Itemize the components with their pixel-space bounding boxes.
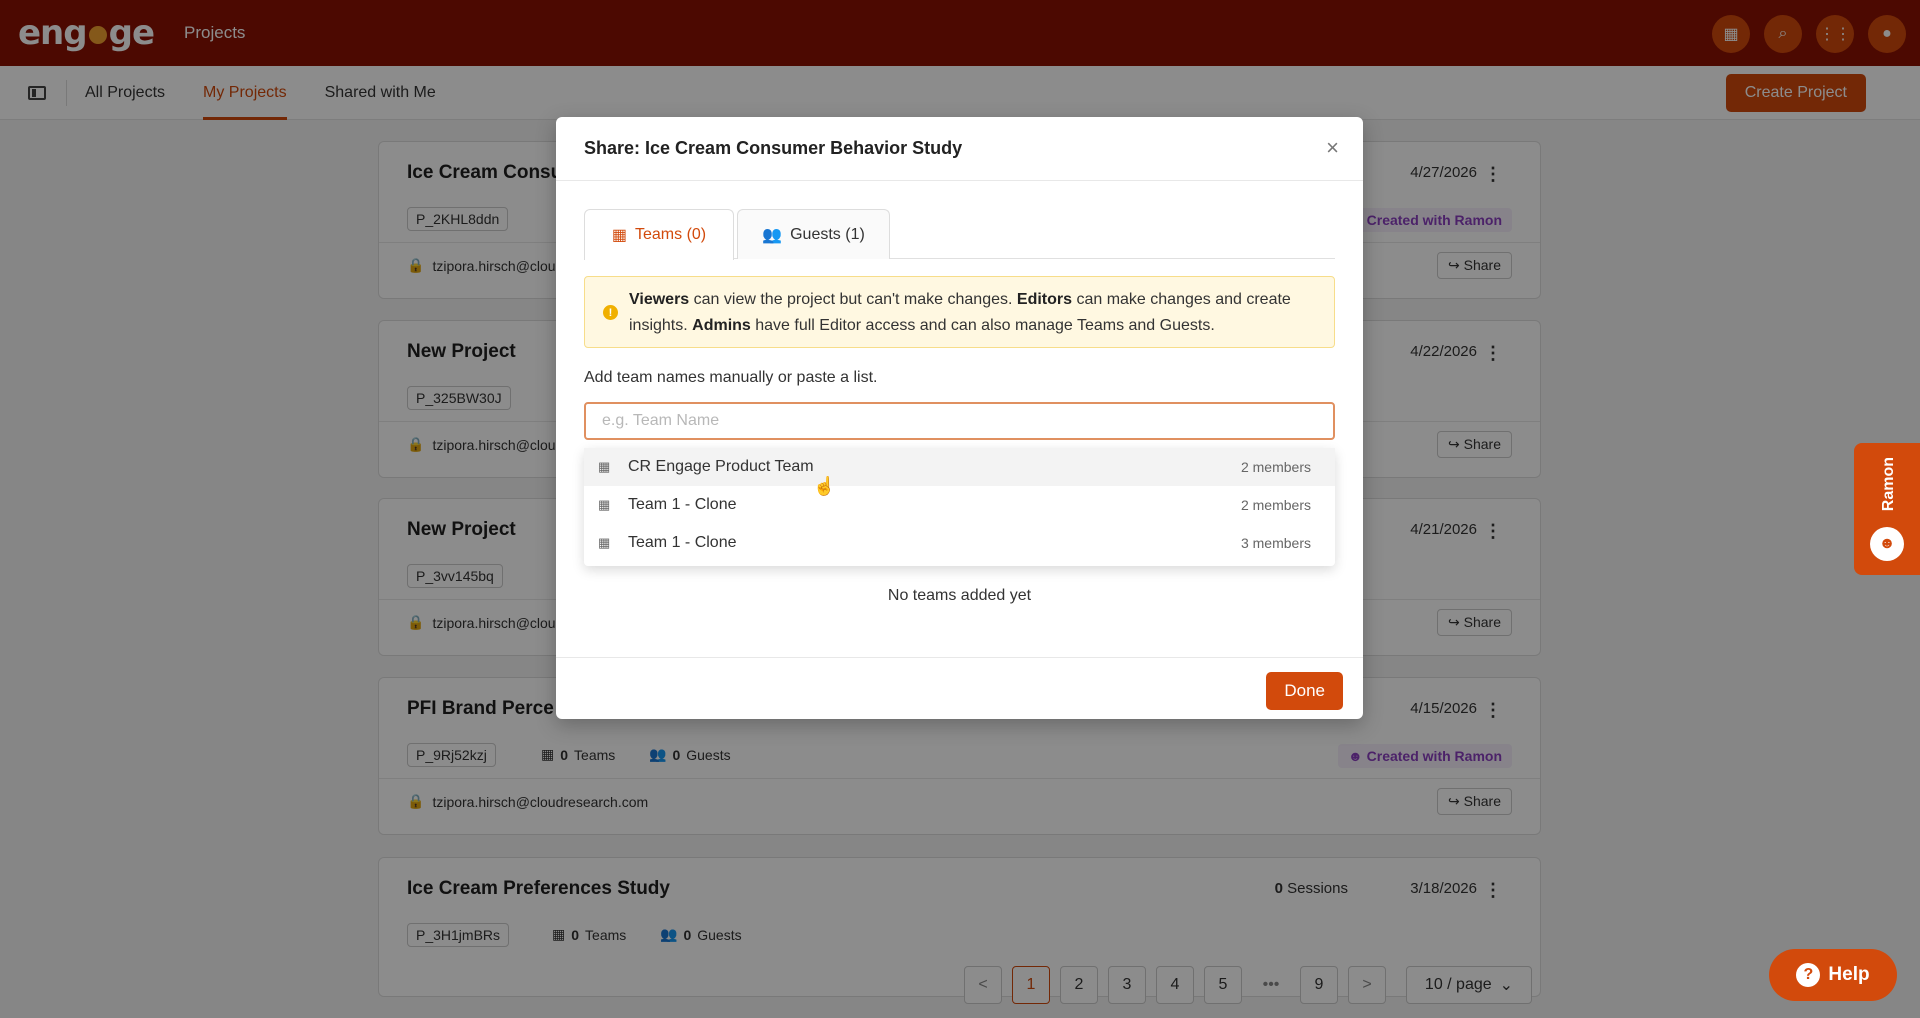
team-option-name: Team 1 - Clone <box>628 534 737 551</box>
team-icon: ▦ <box>598 535 611 550</box>
team-member-count: 2 members <box>1240 497 1311 513</box>
warning-icon: ! <box>603 305 618 320</box>
team-member-count: 2 members <box>1240 459 1311 475</box>
help-label: Help <box>1828 964 1870 985</box>
team-option[interactable]: ▦ Team 1 - Clone 3 members <box>584 524 1335 562</box>
hand-cursor-icon: ☝ <box>813 476 836 496</box>
tab-teams-label: Teams (0) <box>635 226 707 243</box>
team-option-name: Team 1 - Clone <box>628 496 737 513</box>
modal-title: Share: Ice Cream Consumer Behavior Study <box>584 138 963 158</box>
team-suggestions-dropdown: ▦ CR Engage Product Team 2 members ▦ Team 1… <box>584 448 1335 566</box>
notice-text-3: have full Editor access and can also man… <box>750 317 1215 334</box>
ramon-side-tab[interactable]: Ramon ☻ <box>1854 443 1920 575</box>
help-button[interactable]: ? Help <box>1769 949 1897 1001</box>
tab-guests[interactable]: 👥 Guests (1) <box>737 209 890 259</box>
add-teams-label: Add team names manually or paste a list. <box>584 369 878 386</box>
done-button[interactable]: Done <box>1266 672 1343 710</box>
modal-footer <box>556 657 1363 658</box>
close-icon[interactable]: × <box>1326 135 1339 161</box>
ramon-tab-label: Ramon <box>1880 457 1897 512</box>
team-option[interactable]: ▦ Team 1 - Clone 2 members <box>584 486 1335 524</box>
roles-notice: ! Viewers can view the project but can't… <box>584 276 1335 348</box>
tab-guests-label: Guests (1) <box>790 225 865 243</box>
tab-teams[interactable]: ▦ Teams (0) <box>584 209 734 260</box>
question-icon: ? <box>1796 963 1821 987</box>
team-icon: ▦ <box>611 227 627 244</box>
team-name-input[interactable] <box>584 402 1335 440</box>
viewers-term: Viewers <box>629 291 690 308</box>
team-icon: ▦ <box>598 497 611 512</box>
team-member-count: 3 members <box>1240 535 1311 551</box>
admins-term: Admins <box>692 317 751 334</box>
empty-state-text: No teams added yet <box>887 587 1032 604</box>
guests-icon: 👥 <box>762 226 783 244</box>
editors-term: Editors <box>1016 291 1073 308</box>
team-icon: ▦ <box>598 459 611 474</box>
share-modal: Share: Ice Cream Consumer Behavior Study… <box>556 117 1363 719</box>
modal-tabs: ▦ Teams (0) 👥 Guests (1) <box>584 209 1335 260</box>
notice-text-1: can view the project but can't make chan… <box>689 291 1017 308</box>
team-option-name: CR Engage Product Team <box>628 458 814 475</box>
notice-text: Viewers can view the project but can't m… <box>629 287 1314 339</box>
team-option[interactable]: ▦ CR Engage Product Team 2 members <box>584 448 1335 486</box>
ramon-robot-icon: ☻ <box>1870 527 1904 561</box>
